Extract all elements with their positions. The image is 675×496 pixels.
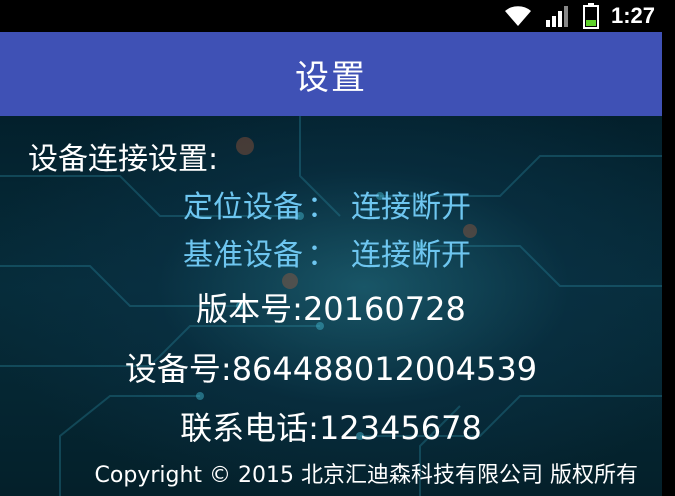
positioning-device-separator: ： <box>307 190 337 225</box>
signal-icon <box>545 6 568 27</box>
wifi-icon <box>504 6 531 26</box>
version-number: 版本号:20160728 <box>196 290 466 328</box>
page-title: 设置 <box>295 57 367 98</box>
reference-device-status: 基准设备： 连接断开 <box>183 230 471 274</box>
contact-phone: 联系电话:12345678 <box>180 409 482 447</box>
status-icons: 1:27 <box>503 2 655 30</box>
copyright-footer: Copyright © 2015 北京汇迪森科技有限公司 版权所有 <box>94 463 638 488</box>
settings-screen: 1:27 设置 设备连接设置: 定位设备 ： 连接断开 基准设备 ： 连接断开 … <box>0 0 675 496</box>
reference-device-value: 连接断开 <box>351 238 471 273</box>
status-bar: 1:27 <box>0 0 675 32</box>
reference-device-label: 基准设备 <box>183 238 303 273</box>
positioning-device-status: 定位设备： 连接断开 <box>183 182 471 226</box>
battery-icon <box>582 3 599 29</box>
positioning-device-label: 定位设备 <box>183 190 303 225</box>
positioning-device-value: 连接断开 <box>351 190 471 225</box>
device-number: 设备号:864488012004539 <box>124 350 538 388</box>
status-time: 1:27 <box>610 3 655 28</box>
device-connection-heading: 设备连接设置: <box>28 142 219 177</box>
settings-content: 设备连接设置: 定位设备： 连接断开 基准设备： 连接断开 版本号:20160728… <box>0 116 662 496</box>
right-edge <box>662 32 675 496</box>
title-bar: 设置 <box>0 32 662 116</box>
reference-device-separator: ： <box>307 238 337 273</box>
